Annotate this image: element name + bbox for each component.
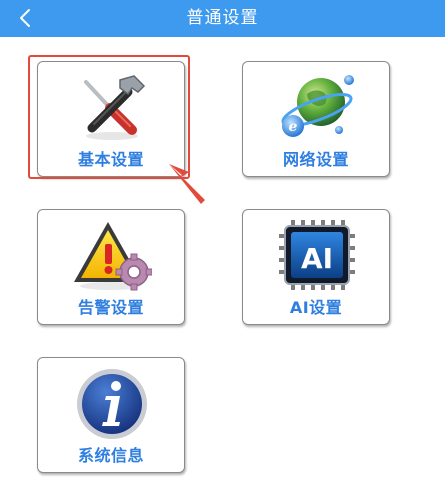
tile-alarm-settings[interactable]: 告警设置 — [37, 209, 185, 325]
tile-label: 系统信息 — [77, 446, 144, 465]
alarm-warning-icon — [74, 222, 152, 291]
tile-label: AI设置 — [289, 298, 343, 317]
tile-basic-settings[interactable]: 基本设置 — [37, 61, 185, 177]
ai-chip-icon: AI — [279, 220, 355, 290]
tile-label: 网络设置 — [282, 150, 349, 169]
pointer-arrow-icon — [169, 164, 205, 204]
tile-system-info[interactable]: 系统信息 — [37, 357, 185, 473]
tile-label: 基本设置 — [77, 150, 144, 169]
page-title: 普通设置 — [186, 8, 259, 28]
globe-network-icon: e — [281, 75, 354, 137]
title-bar: 普通设置 — [0, 0, 445, 37]
tools-icon — [84, 75, 146, 140]
tile-label: 告警设置 — [77, 298, 144, 317]
svg-text:e: e — [289, 119, 298, 135]
info-icon — [77, 369, 147, 439]
tile-ai-settings[interactable]: AI AI设置 — [242, 209, 390, 325]
svg-text:AI: AI — [301, 242, 333, 275]
tile-network-settings[interactable]: e 网络设置 — [242, 61, 390, 177]
